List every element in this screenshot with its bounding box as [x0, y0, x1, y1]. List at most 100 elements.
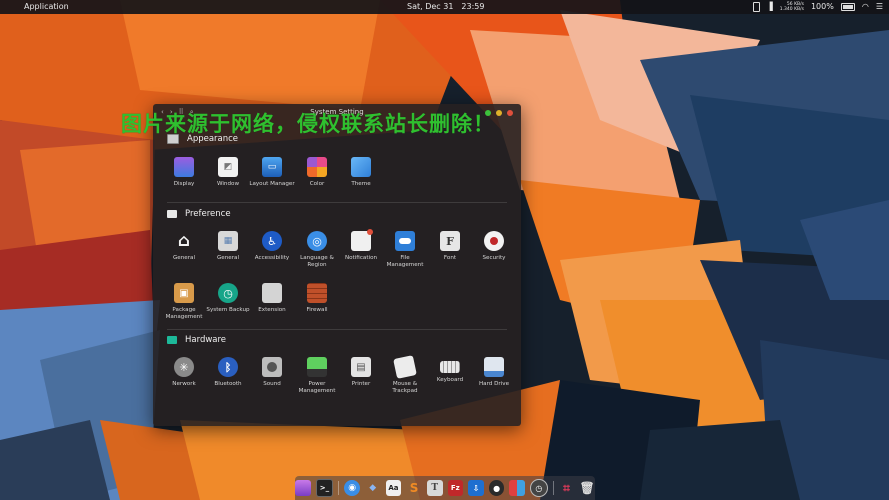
section-title: Appearance: [187, 134, 239, 144]
setting-label: File Management: [386, 255, 424, 268]
wifi-icon[interactable]: ◠: [862, 0, 869, 14]
setting-bluetooth[interactable]: ᛒ Bluetooth: [205, 357, 251, 388]
setting-label: Color: [309, 181, 325, 187]
clock[interactable]: Sat, Dec 31 23:59: [407, 0, 492, 14]
setting-theme[interactable]: Theme: [338, 157, 384, 188]
phone-icon[interactable]: [752, 2, 760, 12]
github-icon[interactable]: ●: [488, 480, 505, 496]
layout-manager-icon: ▭: [262, 157, 282, 177]
firewall-icon: [307, 283, 327, 303]
section-appearance: Appearance: [167, 133, 238, 145]
finder-icon[interactable]: [295, 480, 311, 496]
top-panel: Application Sat, Dec 31 23:59 ▐ 56 KB/s 1…: [0, 0, 889, 14]
setting-label: Extension: [258, 307, 286, 313]
setting-label: Language & Region: [300, 255, 334, 268]
backup-icon: ◷: [218, 283, 238, 303]
download-icon[interactable]: ⇩: [468, 480, 484, 496]
sublime-icon[interactable]: S: [406, 480, 422, 496]
setting-security[interactable]: Security: [471, 231, 517, 262]
setting-label: Power Management: [298, 381, 336, 394]
setting-display[interactable]: Display: [161, 157, 207, 188]
setting-extension[interactable]: Extension: [249, 283, 295, 314]
keyboard-icon: [440, 361, 460, 373]
system-tray: ▐ 56 KB/s 1.340 KB/s 100% ◠ ☰: [752, 0, 883, 14]
setting-label: Keyboard: [436, 377, 464, 383]
accessibility-icon: ♿: [262, 231, 282, 251]
preference-icon: [167, 210, 177, 218]
setting-font[interactable]: F Font: [427, 231, 473, 262]
battery-percent: 100%: [810, 2, 834, 11]
setting-label: Notification: [344, 255, 378, 261]
window-controls: [485, 110, 513, 116]
setting-label: General: [172, 255, 196, 261]
theme-icon: [351, 157, 371, 177]
menu-icon[interactable]: ☰: [876, 0, 883, 14]
setting-mouse-trackpad[interactable]: Mouse & Trackpad: [382, 355, 428, 395]
setting-label: Accessibility: [254, 255, 290, 261]
filezilla-icon[interactable]: Fz: [447, 480, 464, 496]
screenshot-icon[interactable]: ⌗: [559, 480, 575, 496]
clock-date: Sat, Dec 31: [407, 2, 454, 11]
gem-icon[interactable]: ◆: [365, 480, 381, 496]
setting-sound[interactable]: Sound: [249, 357, 295, 388]
display-icon: [174, 157, 194, 177]
setting-hard-drive[interactable]: Hard Drive: [471, 357, 517, 388]
terminal-icon[interactable]: >_: [315, 479, 334, 497]
section-title: Hardware: [185, 335, 227, 345]
puzzle-icon: [262, 283, 282, 303]
setting-keyboard[interactable]: Keyboard: [427, 357, 473, 384]
setting-network[interactable]: ✳ Nerwork: [161, 357, 207, 388]
setting-window[interactable]: ◩ Window: [205, 157, 251, 188]
text-editor-icon[interactable]: Aa: [385, 480, 402, 496]
setting-label: Firewall: [306, 307, 328, 313]
maximize-button[interactable]: [485, 110, 491, 116]
setting-label: Nerwork: [172, 381, 196, 387]
battery-icon[interactable]: [840, 3, 855, 11]
setting-label: General: [216, 255, 240, 261]
setting-package-management[interactable]: ▣ Package Management: [161, 283, 207, 321]
setting-label: Theme: [351, 181, 371, 187]
setting-label: Sound: [263, 381, 281, 387]
browser-icon[interactable]: ◉: [344, 480, 360, 496]
chart-icon[interactable]: ▐: [767, 0, 773, 14]
section-title: Preference: [185, 209, 231, 219]
monitor-icon: [167, 134, 179, 144]
color-icon: [307, 157, 327, 177]
titlebar[interactable]: ‹ › ⠿ ⌕ System Setting: [153, 104, 521, 122]
notification-icon: [351, 229, 373, 251]
application-menu[interactable]: Application: [24, 0, 69, 14]
package-icon: ▣: [174, 283, 194, 303]
trash-icon[interactable]: 🗑: [579, 480, 595, 496]
dock: >_ ◉ ◆ Aa S T Fz ⇩ ● ◷ ⌗ 🗑: [295, 476, 595, 500]
network-speed[interactable]: 56 KB/s 1.340 KB/s: [780, 2, 804, 12]
printer-icon: ▤: [351, 357, 371, 377]
settings-app-icon[interactable]: [509, 480, 526, 496]
setting-general-2[interactable]: ▦ General: [205, 231, 251, 262]
setting-label: Mouse & Trackpad: [392, 381, 418, 394]
setting-layout-manager[interactable]: ▭ Layout Manager: [249, 157, 295, 188]
font-book-icon[interactable]: T: [426, 480, 443, 496]
setting-printer[interactable]: ▤ Printer: [338, 357, 384, 388]
speaker-icon: [262, 357, 282, 377]
minimize-button[interactable]: [496, 110, 502, 116]
setting-file-management[interactable]: File Management: [382, 231, 428, 269]
font-icon: F: [440, 231, 460, 251]
setting-notification[interactable]: Notification: [338, 229, 384, 262]
home-icon: ⌂: [177, 231, 191, 251]
clock-app-icon[interactable]: ◷: [530, 479, 548, 497]
setting-accessibility[interactable]: ♿ Accessibility: [249, 231, 295, 262]
dock-separator: [338, 481, 340, 495]
close-button[interactable]: [507, 110, 513, 116]
setting-label: Window: [216, 181, 240, 187]
hard-drive-icon: [484, 357, 504, 377]
setting-label: Bluetooth: [214, 381, 242, 387]
setting-firewall[interactable]: Firewall: [294, 283, 340, 314]
setting-system-backup[interactable]: ◷ System Backup: [205, 283, 251, 314]
setting-color[interactable]: Color: [294, 157, 340, 188]
setting-label: Package Management: [165, 307, 203, 320]
window-icon: ◩: [218, 157, 238, 177]
setting-general[interactable]: ⌂ General: [161, 231, 207, 262]
mouse-icon: [393, 355, 417, 379]
setting-power-management[interactable]: Power Management: [294, 357, 340, 395]
setting-language-region[interactable]: ◎ Language & Region: [294, 231, 340, 269]
